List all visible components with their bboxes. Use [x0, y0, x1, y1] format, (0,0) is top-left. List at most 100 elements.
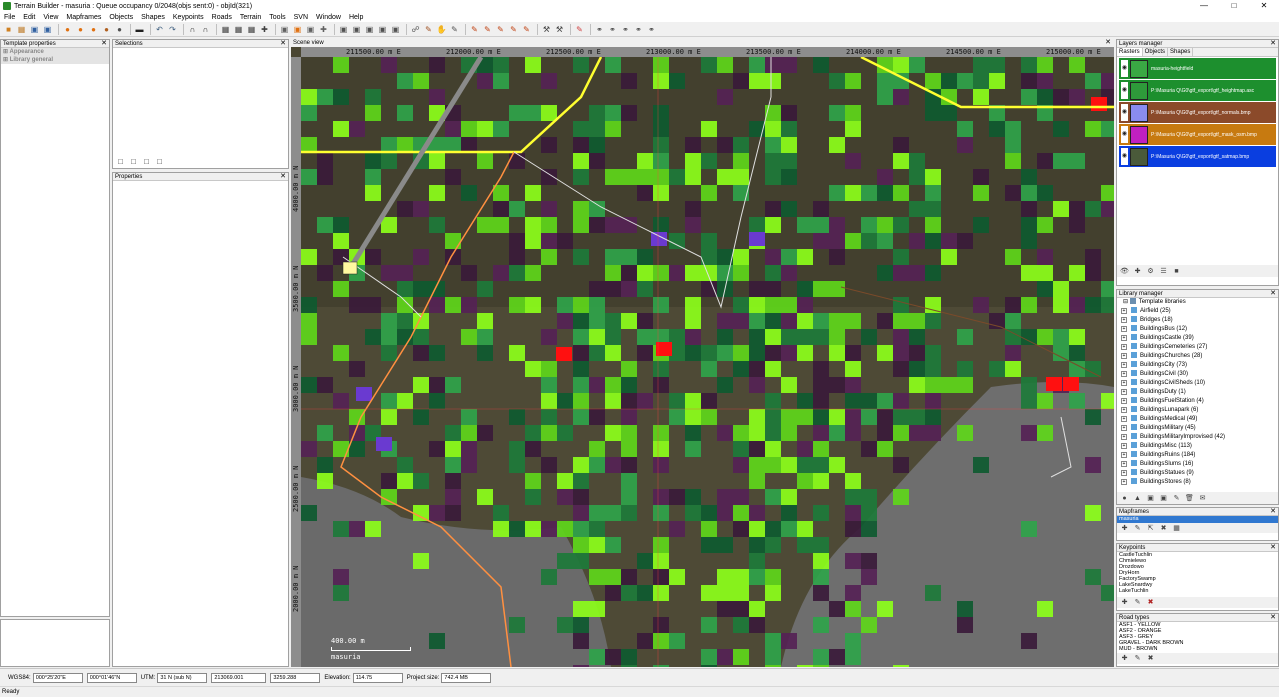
- minimize-button[interactable]: —: [1189, 0, 1219, 12]
- orange-cube-icon[interactable]: ▣: [292, 24, 303, 35]
- tab-shapes[interactable]: Shapes: [1168, 48, 1194, 56]
- road-tool-icon[interactable]: ✎: [469, 24, 480, 35]
- menu-shapes[interactable]: Shapes: [137, 14, 169, 21]
- close-icon[interactable]: ✕: [280, 40, 286, 48]
- road-type-add-icon[interactable]: ✚: [1120, 654, 1129, 663]
- menu-view[interactable]: View: [39, 14, 62, 21]
- expand-icon[interactable]: +: [1121, 425, 1127, 431]
- layer-settings-icon[interactable]: ⚙: [1146, 267, 1155, 276]
- mapframe-item[interactable]: masuria: [1117, 516, 1278, 523]
- library-item[interactable]: + BuildingsMisc (113): [1117, 442, 1278, 451]
- layer-row[interactable]: ◉ P:\Masuria Q\G0\gtf_export\gtf_satmap.b…: [1119, 146, 1276, 167]
- save-icon[interactable]: ▣: [29, 24, 40, 35]
- template-group-library-general[interactable]: ⊞ Library general: [1, 56, 109, 64]
- brush-icon[interactable]: ✎: [423, 24, 434, 35]
- eye-icon[interactable]: 👁: [1120, 267, 1129, 276]
- map-raster[interactable]: [301, 55, 1114, 667]
- menu-mapframes[interactable]: Mapframes: [62, 14, 105, 21]
- layer-row[interactable]: ◉ masuria-heightfield: [1119, 58, 1276, 79]
- expand-icon[interactable]: +: [1121, 308, 1127, 314]
- grid-icon[interactable]: ▦: [233, 24, 244, 35]
- connect3-icon[interactable]: ⚭: [620, 24, 631, 35]
- expand-icon[interactable]: +: [1121, 371, 1127, 377]
- maximize-button[interactable]: □: [1219, 0, 1249, 12]
- connect2-icon[interactable]: ⚭: [607, 24, 618, 35]
- library-item[interactable]: + BuildingsSlums (16): [1117, 460, 1278, 469]
- mapframe-add-icon[interactable]: ✚: [1120, 524, 1129, 533]
- road-type-item[interactable]: MUD - BROWN: [1117, 646, 1278, 652]
- layer-add-icon[interactable]: ✚: [1133, 267, 1142, 276]
- road-tool3-icon[interactable]: ✎: [495, 24, 506, 35]
- expand-icon[interactable]: +: [1121, 326, 1127, 332]
- mapframe-edit-icon[interactable]: ✎: [1133, 524, 1142, 533]
- tab-rasters[interactable]: Rasters: [1117, 48, 1143, 56]
- library-item[interactable]: + BuildingsChurches (28): [1117, 352, 1278, 361]
- pen-icon[interactable]: ✎: [449, 24, 460, 35]
- magnet-icon[interactable]: ∩: [187, 24, 198, 35]
- expand-icon[interactable]: +: [1121, 362, 1127, 368]
- bronze-circle-icon[interactable]: ●: [101, 24, 112, 35]
- close-icon[interactable]: ✕: [1105, 39, 1111, 47]
- expand-icon[interactable]: +: [1121, 317, 1127, 323]
- open-icon[interactable]: ▦: [16, 24, 27, 35]
- expand-icon[interactable]: +: [1121, 344, 1127, 350]
- tab-objects[interactable]: Objects: [1143, 48, 1169, 56]
- window5-icon[interactable]: ▣: [390, 24, 401, 35]
- visibility-icon[interactable]: ◉: [1121, 82, 1128, 99]
- close-icon[interactable]: ✕: [1270, 40, 1276, 48]
- wrench-icon[interactable]: ⚒: [554, 24, 565, 35]
- selection-add-icon[interactable]: □: [128, 156, 139, 167]
- library-delete-icon[interactable]: 🗑: [1185, 494, 1194, 503]
- expand-icon[interactable]: +: [1121, 416, 1127, 422]
- redo-icon[interactable]: ↷: [167, 24, 178, 35]
- library-item[interactable]: + BuildingsRuins (184): [1117, 451, 1278, 460]
- library-item[interactable]: + BuildingsDuty (1): [1117, 388, 1278, 397]
- visibility-icon[interactable]: ◉: [1121, 148, 1128, 165]
- window2-icon[interactable]: ▣: [351, 24, 362, 35]
- menu-svn[interactable]: SVN: [290, 14, 312, 21]
- ruler-icon[interactable]: ▦: [220, 24, 231, 35]
- expand-icon[interactable]: +: [1121, 335, 1127, 341]
- dark-circle-icon[interactable]: ●: [114, 24, 125, 35]
- orange-circle2-icon[interactable]: ●: [75, 24, 86, 35]
- expand-icon[interactable]: +: [1121, 353, 1127, 359]
- window4-icon[interactable]: ▣: [377, 24, 388, 35]
- close-icon[interactable]: ✕: [280, 173, 286, 181]
- layer-stack-icon[interactable]: ☰: [1159, 267, 1168, 276]
- box-icon[interactable]: ▣: [305, 24, 316, 35]
- library-edit-icon[interactable]: ✎: [1172, 494, 1181, 503]
- layer-row[interactable]: ◉ P:\Masuria Q\G0\gtf_export\gtf_mask_osm…: [1119, 124, 1276, 145]
- hand-icon[interactable]: ✋: [436, 24, 447, 35]
- undo-icon[interactable]: ↶: [154, 24, 165, 35]
- library-item[interactable]: + BuildingsMedical (49): [1117, 415, 1278, 424]
- library-item[interactable]: + BuildingsCastle (39): [1117, 334, 1278, 343]
- connect4-icon[interactable]: ⚭: [633, 24, 644, 35]
- expand-icon[interactable]: +: [1121, 470, 1127, 476]
- library-open-icon[interactable]: ▲: [1133, 494, 1142, 503]
- expand-icon[interactable]: +: [1121, 380, 1127, 386]
- orange-circle-icon[interactable]: ●: [62, 24, 73, 35]
- eraser-icon[interactable]: ✎: [574, 24, 585, 35]
- expand-icon[interactable]: +: [1121, 434, 1127, 440]
- menu-tools[interactable]: Tools: [265, 14, 289, 21]
- close-button[interactable]: ✕: [1249, 0, 1279, 12]
- menu-window[interactable]: Window: [312, 14, 345, 21]
- selection-remove-icon[interactable]: □: [141, 156, 152, 167]
- visibility-icon[interactable]: ◉: [1121, 60, 1128, 77]
- table-icon[interactable]: ▦: [246, 24, 257, 35]
- library-item[interactable]: + BuildingsLunapark (6): [1117, 406, 1278, 415]
- menu-help[interactable]: Help: [345, 14, 367, 21]
- library-root[interactable]: ⊟ Template libraries: [1117, 298, 1278, 307]
- menu-objects[interactable]: Objects: [105, 14, 137, 21]
- close-icon[interactable]: ✕: [1270, 508, 1276, 516]
- cube-icon[interactable]: ▣: [279, 24, 290, 35]
- connect5-icon[interactable]: ⚭: [646, 24, 657, 35]
- template-group-appearance[interactable]: ⊞ Appearance: [1, 48, 109, 56]
- link-icon[interactable]: ☍: [410, 24, 421, 35]
- close-icon[interactable]: ✕: [101, 40, 107, 48]
- menu-roads[interactable]: Roads: [208, 14, 236, 21]
- expand-icon[interactable]: +: [1121, 398, 1127, 404]
- mapframe-delete-icon[interactable]: ✖: [1159, 524, 1168, 533]
- library-item[interactable]: + BuildingsFuelStation (4): [1117, 397, 1278, 406]
- connect-icon[interactable]: ⚭: [594, 24, 605, 35]
